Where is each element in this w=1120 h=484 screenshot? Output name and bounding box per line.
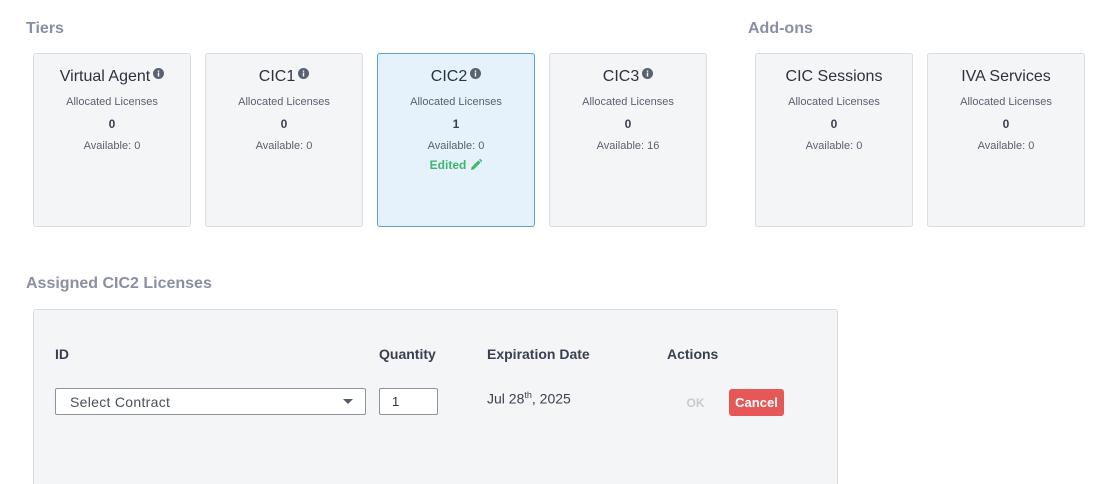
allocated-count: 0 [624,117,632,131]
addon-name: CIC Sessions [785,68,883,85]
tier-name: Virtual Agent [34,67,190,87]
column-header-quantity: Quantity [379,346,436,362]
tiers-title: Tiers [26,20,64,37]
allocated-count: 0 [108,117,116,131]
tier-card-cic2[interactable]: CIC2 Allocated Licenses 1 Available: 0 E… [377,53,535,227]
column-header-actions: Actions [667,346,719,362]
expiration-date: Jul 28th, 2025 [487,390,571,407]
tier-name: CIC3 [550,67,706,87]
tier-card-cic3[interactable]: CIC3 Allocated Licenses 0 Available: 16 [549,53,707,227]
quantity-input[interactable] [379,388,438,415]
info-icon[interactable] [153,67,165,79]
tier-name: CIC1 [206,67,362,87]
available-count: Available: 0 [805,140,863,152]
available-count: Available: 0 [427,140,485,152]
info-icon[interactable] [470,67,482,79]
tier-card-cic1[interactable]: CIC1 Allocated Licenses 0 Available: 0 [205,53,363,227]
info-icon[interactable] [298,67,310,79]
allocated-label: Allocated Licenses [788,96,880,108]
addons-title: Add-ons [748,20,813,37]
column-header-id: ID [55,346,69,362]
allocated-count: 0 [280,117,288,131]
addon-card-iva-services[interactable]: IVA Services Allocated Licenses 0 Availa… [927,53,1085,227]
tier-card-virtual-agent[interactable]: Virtual Agent Allocated Licenses 0 Avail… [33,53,191,227]
cancel-button[interactable]: Cancel [729,389,784,416]
allocated-label: Allocated Licenses [66,96,158,108]
tier-name: CIC2 [378,67,534,87]
assigned-licenses-title: Assigned CIC2 Licenses [26,275,212,292]
available-count: Available: 16 [596,140,660,152]
edited-indicator: Edited [378,158,534,172]
allocated-label: Allocated Licenses [960,96,1052,108]
caret-down-icon [343,399,353,404]
allocated-label: Allocated Licenses [582,96,674,108]
allocated-count: 0 [1002,117,1010,131]
allocated-label: Allocated Licenses [410,96,502,108]
allocated-count: 0 [830,117,838,131]
addon-name: IVA Services [961,68,1051,85]
info-icon[interactable] [642,67,654,79]
available-count: Available: 0 [83,140,141,152]
pencil-icon[interactable] [470,159,483,171]
contract-select-value: Select Contract [70,394,171,410]
available-count: Available: 0 [977,140,1035,152]
allocated-label: Allocated Licenses [238,96,330,108]
assigned-licenses-panel: ID Quantity Expiration Date Actions Sele… [33,309,838,484]
ok-button[interactable]: OK [669,389,722,416]
addon-card-cic-sessions[interactable]: CIC Sessions Allocated Licenses 0 Availa… [755,53,913,227]
column-header-expiration: Expiration Date [487,346,590,362]
allocated-count: 1 [452,117,460,131]
available-count: Available: 0 [255,140,313,152]
contract-select[interactable]: Select Contract [55,388,366,415]
